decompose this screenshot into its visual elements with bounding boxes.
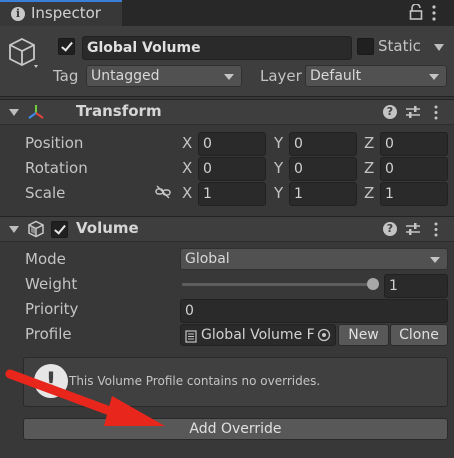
new-profile-button[interactable]: New: [338, 324, 389, 346]
axis-y-label: Y: [274, 184, 284, 202]
chevron-down-icon: [430, 257, 440, 263]
gameobject-cube-icon[interactable]: [8, 36, 40, 72]
active-checkbox[interactable]: [58, 38, 75, 55]
layer-dropdown[interactable]: Default: [305, 65, 447, 87]
volume-profile-icon: [185, 329, 197, 343]
mode-dropdown[interactable]: Global: [180, 248, 448, 270]
tag-value: Untagged: [91, 68, 160, 84]
tag-dropdown[interactable]: Untagged: [86, 65, 242, 87]
axis-z-label: Z: [364, 134, 375, 152]
profile-object-field[interactable]: Global Volume F: [180, 324, 336, 346]
preset-sliders-icon[interactable]: [405, 221, 421, 237]
transform-axes-icon: [27, 103, 45, 121]
tab-inspector[interactable]: i Inspector: [0, 0, 122, 26]
clone-profile-button[interactable]: Clone: [390, 324, 448, 346]
layer-label: Layer: [260, 67, 302, 85]
static-checkbox[interactable]: [357, 38, 374, 55]
preset-sliders-icon[interactable]: [405, 104, 421, 120]
axis-z-label: Z: [364, 159, 375, 177]
volume-enabled-checkbox[interactable]: [51, 221, 68, 238]
volume-title: Volume: [76, 219, 139, 237]
position-x-field[interactable]: 0: [198, 132, 266, 156]
scale-x-field[interactable]: 1: [198, 182, 266, 206]
transform-title: Transform: [76, 102, 162, 120]
kebab-menu-icon[interactable]: [434, 105, 438, 120]
scale-y-field[interactable]: 1: [289, 182, 357, 206]
rotation-y-field[interactable]: 0: [289, 157, 357, 181]
priority-label: Priority: [25, 300, 79, 318]
priority-field[interactable]: 0: [180, 299, 448, 323]
chevron-down-icon: [224, 74, 234, 80]
position-label: Position: [25, 134, 84, 152]
mode-label: Mode: [25, 250, 66, 268]
axis-x-label: X: [182, 134, 193, 152]
mode-value: Global: [185, 251, 230, 267]
weight-slider-track[interactable]: [182, 283, 376, 286]
volume-cube-icon: [27, 220, 45, 238]
object-name-field[interactable]: Global Volume: [82, 36, 352, 60]
profile-label: Profile: [25, 325, 72, 343]
axis-y-label: Y: [274, 159, 284, 177]
object-picker-icon[interactable]: [317, 328, 331, 342]
layer-value: Default: [310, 68, 362, 84]
chevron-down-icon: [429, 74, 439, 80]
static-dropdown-icon[interactable]: [434, 44, 444, 51]
position-z-field[interactable]: 0: [380, 132, 448, 156]
help-icon[interactable]: ?: [383, 222, 397, 236]
info-icon: i: [11, 7, 25, 21]
rotation-label: Rotation: [25, 159, 88, 177]
weight-field[interactable]: 1: [384, 274, 448, 298]
tab-title: Inspector: [31, 4, 101, 22]
lock-icon[interactable]: [409, 3, 423, 20]
link-icon[interactable]: [155, 185, 171, 199]
weight-slider-thumb[interactable]: [367, 278, 379, 290]
help-icon[interactable]: ?: [383, 105, 397, 119]
scale-z-field[interactable]: 1: [380, 182, 448, 206]
axis-x-label: X: [182, 159, 193, 177]
axis-y-label: Y: [274, 134, 284, 152]
rotation-x-field[interactable]: 0: [198, 157, 266, 181]
axis-z-label: Z: [364, 184, 375, 202]
annotation-arrow: [5, 369, 165, 426]
kebab-menu-icon[interactable]: [434, 222, 438, 237]
weight-label: Weight: [25, 275, 78, 293]
position-y-field[interactable]: 0: [289, 132, 357, 156]
tag-label: Tag: [53, 67, 79, 85]
foldout-arrow-icon[interactable]: [9, 226, 19, 233]
rotation-z-field[interactable]: 0: [380, 157, 448, 181]
foldout-arrow-icon[interactable]: [9, 109, 19, 116]
profile-value: Global Volume F: [201, 327, 315, 343]
scale-label: Scale: [25, 184, 66, 202]
axis-x-label: X: [182, 184, 193, 202]
kebab-menu-icon[interactable]: [432, 5, 436, 21]
static-label: Static: [378, 37, 421, 55]
